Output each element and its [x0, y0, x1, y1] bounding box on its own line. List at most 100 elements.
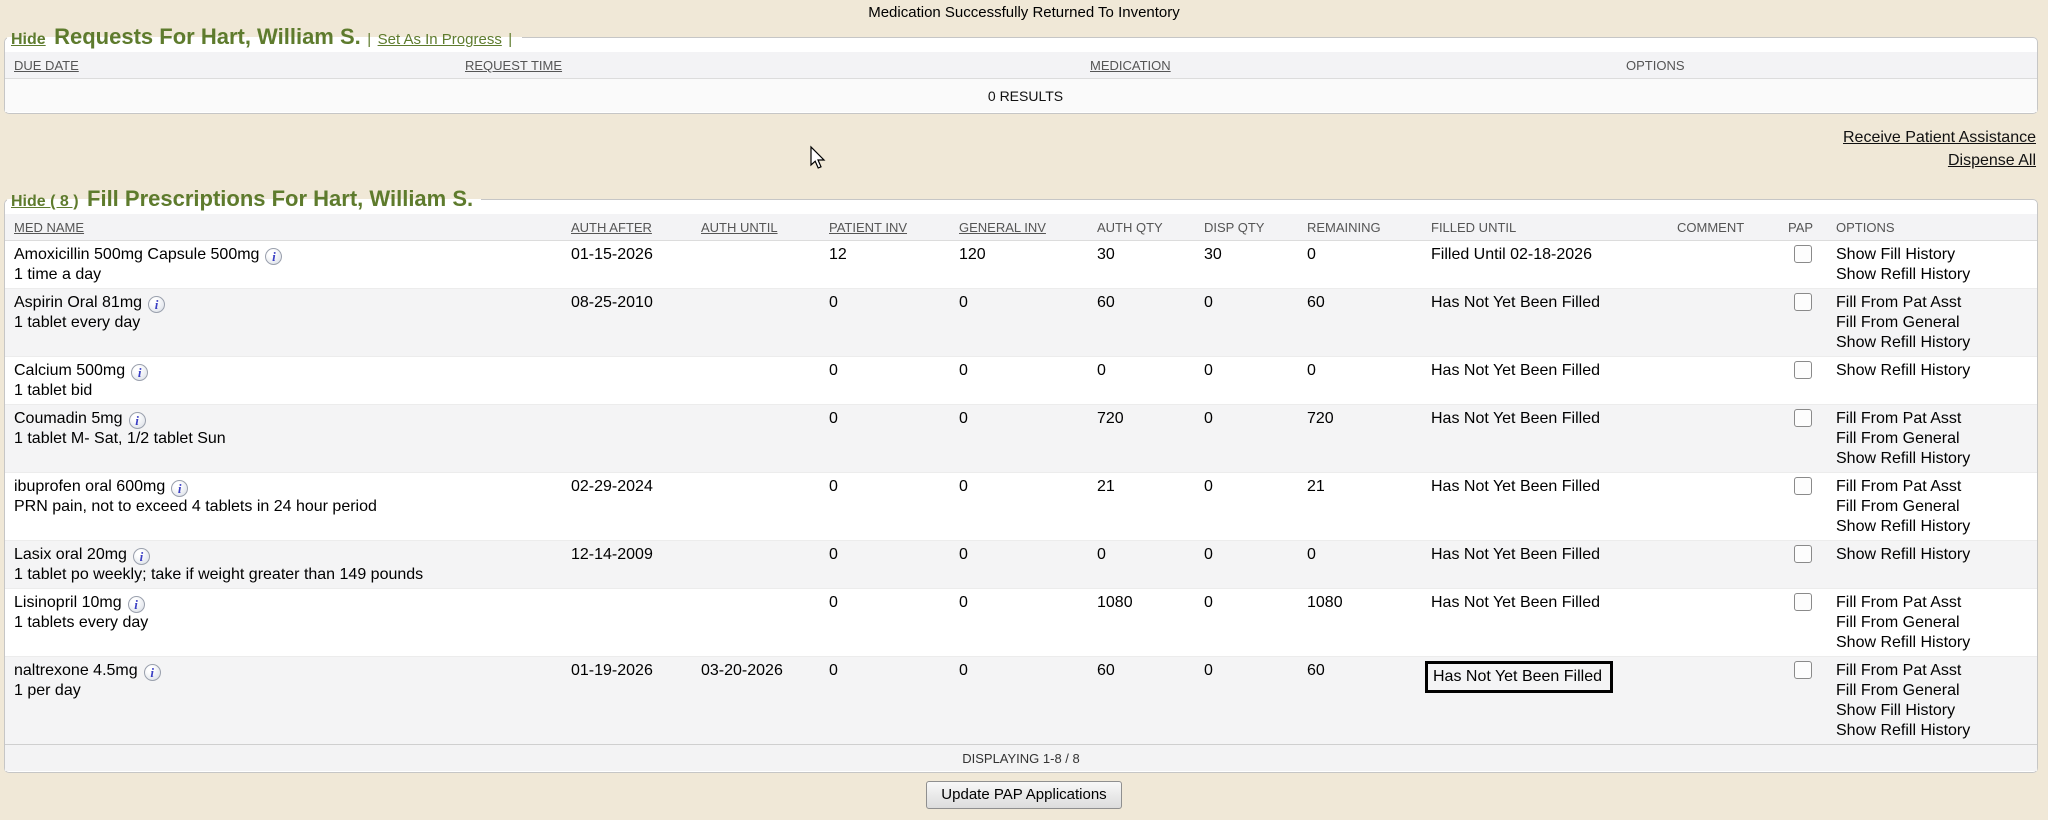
fill-from-pat-asst-link[interactable]: Fill From Pat Asst	[1836, 409, 2031, 429]
show-refill-history-link[interactable]: Show Refill History	[1836, 517, 2031, 537]
auth-after-cell: 08-25-2010	[565, 289, 695, 357]
col-header-request-time[interactable]: REQUEST TIME	[459, 52, 1084, 79]
fill-from-general-link[interactable]: Fill From General	[1836, 681, 2031, 701]
show-refill-history-link[interactable]: Show Refill History	[1836, 361, 2031, 381]
med-sig: 1 tablet bid	[14, 381, 559, 401]
general-inv-cell: 0	[953, 589, 1091, 657]
pap-checkbox[interactable]	[1794, 545, 1812, 563]
fill-from-general-link[interactable]: Fill From General	[1836, 613, 2031, 633]
comment-cell	[1671, 405, 1782, 473]
auth-until-cell: 03-20-2026	[695, 657, 823, 745]
fill-from-general-link[interactable]: Fill From General	[1836, 429, 2031, 449]
med-name-cell: Amoxicillin 500mg Capsule 500mgi1 time a…	[5, 241, 565, 289]
pap-checkbox[interactable]	[1794, 661, 1812, 679]
fill-prescriptions-table: MED NAME AUTH AFTER AUTH UNTIL PATIENT I…	[5, 214, 2037, 744]
fill-from-pat-asst-link[interactable]: Fill From Pat Asst	[1836, 293, 2031, 313]
options-cell: Fill From Pat AsstFill From GeneralShow …	[1830, 589, 2037, 657]
filled-until-status: Has Not Yet Been Filled	[1431, 594, 1600, 611]
show-refill-history-link[interactable]: Show Refill History	[1836, 633, 2031, 653]
fill-from-pat-asst-link[interactable]: Fill From Pat Asst	[1836, 661, 2031, 681]
pap-checkbox[interactable]	[1794, 593, 1812, 611]
info-icon[interactable]: i	[265, 248, 282, 265]
show-fill-history-link[interactable]: Show Fill History	[1836, 245, 2031, 265]
col-header-med-name[interactable]: MED NAME	[5, 214, 565, 241]
col-header-auth-until[interactable]: AUTH UNTIL	[695, 214, 823, 241]
col-header-medication[interactable]: MEDICATION	[1084, 52, 1620, 79]
fill-from-pat-asst-link[interactable]: Fill From Pat Asst	[1836, 593, 2031, 613]
info-icon[interactable]: i	[131, 364, 148, 381]
disp-qty-cell: 0	[1198, 657, 1301, 745]
show-refill-history-link[interactable]: Show Refill History	[1836, 333, 2031, 353]
filled-until-cell: Has Not Yet Been Filled	[1425, 357, 1671, 405]
pap-cell	[1782, 657, 1830, 745]
col-header-remaining: REMAINING	[1301, 214, 1425, 241]
show-refill-history-link[interactable]: Show Refill History	[1836, 545, 2031, 565]
col-header-general-inv[interactable]: GENERAL INV	[953, 214, 1091, 241]
info-icon[interactable]: i	[148, 296, 165, 313]
auth-after-cell: 01-19-2026	[565, 657, 695, 745]
info-icon[interactable]: i	[144, 664, 161, 681]
pap-checkbox[interactable]	[1794, 477, 1812, 495]
status-message: Medication Successfully Returned To Inve…	[0, 0, 2048, 22]
comment-cell	[1671, 241, 1782, 289]
fill-hide-link[interactable]: Hide ( 8 )	[11, 193, 79, 210]
pap-cell	[1782, 405, 1830, 473]
results-row: 0 RESULTS	[5, 79, 2037, 113]
fill-from-general-link[interactable]: Fill From General	[1836, 313, 2031, 333]
pap-checkbox[interactable]	[1794, 409, 1812, 427]
filled-until-cell: Has Not Yet Been Filled	[1425, 541, 1671, 589]
col-header-pap: PAP	[1782, 214, 1830, 241]
show-fill-history-link[interactable]: Show Fill History	[1836, 701, 2031, 721]
filled-until-cell: Has Not Yet Been Filled	[1425, 657, 1671, 745]
receive-patient-assistance-link[interactable]: Receive Patient Assistance	[0, 126, 2036, 149]
remaining-cell: 0	[1301, 241, 1425, 289]
comment-cell	[1671, 589, 1782, 657]
auth-until-cell	[695, 405, 823, 473]
set-as-in-progress-link[interactable]: Set As In Progress	[378, 31, 502, 48]
med-name: Calcium 500mg	[14, 362, 125, 379]
info-icon[interactable]: i	[128, 596, 145, 613]
remaining-cell: 21	[1301, 473, 1425, 541]
info-icon[interactable]: i	[129, 412, 146, 429]
prescription-row: Lasix oral 20mgi1 tablet po weekly; take…	[5, 541, 2037, 589]
auth-until-cell	[695, 357, 823, 405]
requests-table-header-row: DUE DATE REQUEST TIME MEDICATION OPTIONS	[5, 52, 2037, 79]
filled-until-status: Has Not Yet Been Filled	[1431, 478, 1600, 495]
filled-until-status: Has Not Yet Been Filled	[1431, 410, 1600, 427]
show-refill-history-link[interactable]: Show Refill History	[1836, 265, 2031, 285]
auth-qty-cell: 1080	[1091, 589, 1198, 657]
col-header-due-date[interactable]: DUE DATE	[5, 52, 459, 79]
results-count: 0 RESULTS	[5, 79, 2037, 113]
col-header-auth-after[interactable]: AUTH AFTER	[565, 214, 695, 241]
filled-until-status: Has Not Yet Been Filled	[1425, 661, 1613, 693]
pap-checkbox[interactable]	[1794, 293, 1812, 311]
show-refill-history-link[interactable]: Show Refill History	[1836, 449, 2031, 469]
info-icon[interactable]: i	[133, 548, 150, 565]
col-header-patient-inv[interactable]: PATIENT INV	[823, 214, 953, 241]
requests-hide-link[interactable]: Hide	[11, 31, 46, 48]
show-refill-history-link[interactable]: Show Refill History	[1836, 721, 2031, 741]
fill-from-general-link[interactable]: Fill From General	[1836, 497, 2031, 517]
pap-checkbox[interactable]	[1794, 245, 1812, 263]
update-pap-applications-button[interactable]: Update PAP Applications	[926, 781, 1121, 809]
filled-until-cell: Has Not Yet Been Filled	[1425, 405, 1671, 473]
footer-button-row: Update PAP Applications	[0, 781, 2048, 809]
requests-section-title: Requests For Hart, William S.	[54, 24, 361, 49]
col-header-options: OPTIONS	[1830, 214, 2037, 241]
comment-cell	[1671, 357, 1782, 405]
prescription-row: naltrexone 4.5mgi1 per day01-19-202603-2…	[5, 657, 2037, 745]
dispense-all-link[interactable]: Dispense All	[0, 149, 2036, 172]
auth-after-cell	[565, 405, 695, 473]
med-name: naltrexone 4.5mg	[14, 662, 138, 679]
pap-checkbox[interactable]	[1794, 361, 1812, 379]
info-icon[interactable]: i	[171, 480, 188, 497]
fill-section-title: Fill Prescriptions For Hart, William S.	[87, 186, 473, 211]
requests-section: Hide Requests For Hart, William S. | Set…	[4, 24, 2038, 114]
med-name: Amoxicillin 500mg Capsule 500mg	[14, 246, 259, 263]
remaining-cell: 720	[1301, 405, 1425, 473]
auth-until-cell	[695, 289, 823, 357]
fill-from-pat-asst-link[interactable]: Fill From Pat Asst	[1836, 477, 2031, 497]
pagination-status: DISPLAYING 1-8 / 8	[5, 744, 2037, 771]
auth-qty-cell: 30	[1091, 241, 1198, 289]
remaining-cell: 1080	[1301, 589, 1425, 657]
